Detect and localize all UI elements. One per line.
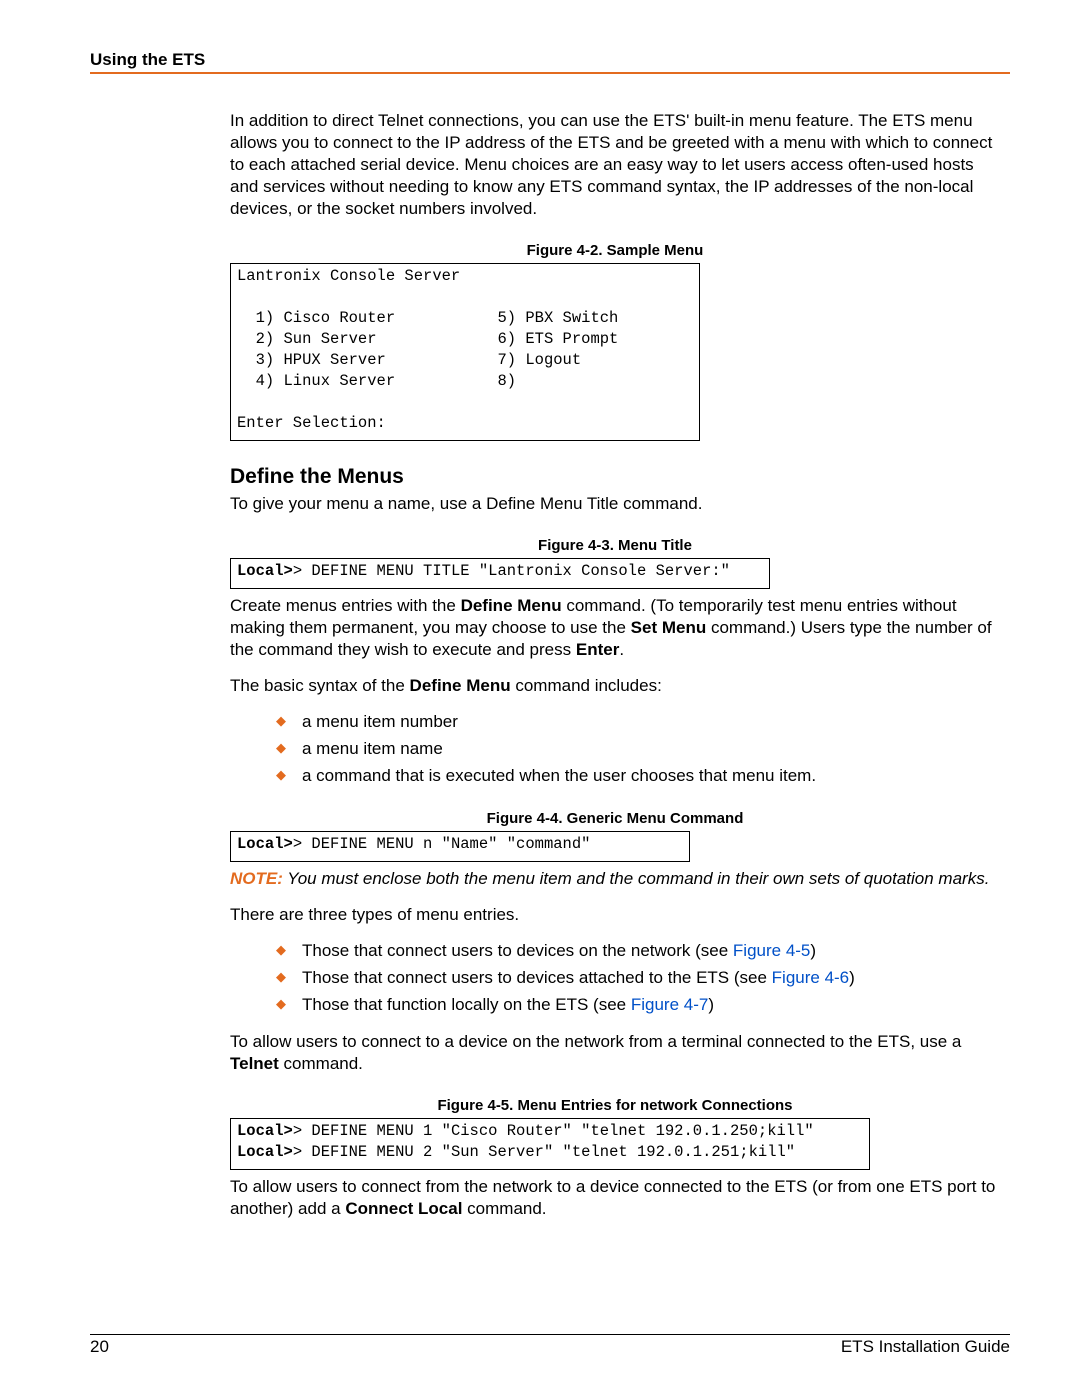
code-prompt: Local> <box>237 1143 293 1161</box>
list-item: Those that function locally on the ETS (… <box>276 994 1000 1017</box>
paragraph-title-cmd: To give your menu a name, use a Define M… <box>230 493 1000 515</box>
list-item: a menu item name <box>276 738 1000 761</box>
header-title: Using the ETS <box>90 50 205 69</box>
code-line: 2) Sun Server 6) ETS Prompt <box>237 330 618 348</box>
figure-4-4-caption: Figure 4-4. Generic Menu Command <box>230 810 1000 827</box>
paragraph-define-menu: Create menus entries with the Define Men… <box>230 595 1000 661</box>
figure-4-3-box: Local>> DEFINE MENU TITLE "Lantronix Con… <box>230 558 770 589</box>
link-figure-4-6[interactable]: Figure 4-6 <box>772 968 849 987</box>
link-figure-4-7[interactable]: Figure 4-7 <box>631 995 708 1014</box>
list-item: Those that connect users to devices on t… <box>276 940 1000 963</box>
code-text: > DEFINE MENU 2 "Sun Server" "telnet 192… <box>293 1143 795 1161</box>
heading-define-menus: Define the Menus <box>230 465 1000 489</box>
doc-title: ETS Installation Guide <box>841 1337 1010 1357</box>
link-figure-4-5[interactable]: Figure 4-5 <box>733 941 810 960</box>
code-prompt: Local> <box>237 835 293 853</box>
types-list: Those that connect users to devices on t… <box>276 940 1000 1017</box>
code-prompt: Local> <box>237 1122 293 1140</box>
code-line: 1) Cisco Router 5) PBX Switch <box>237 309 618 327</box>
code-line: 4) Linux Server 8) <box>237 372 516 390</box>
code-prompt: Local> <box>237 562 293 580</box>
syntax-list: a menu item number a menu item name a co… <box>276 711 1000 788</box>
figure-4-3-caption: Figure 4-3. Menu Title <box>230 537 1000 554</box>
paragraph-telnet: To allow users to connect to a device on… <box>230 1031 1000 1075</box>
paragraph-syntax: The basic syntax of the Define Menu comm… <box>230 675 1000 697</box>
note-body: You must enclose both the menu item and … <box>283 869 990 888</box>
figure-4-2-box: Lantronix Console Server 1) Cisco Router… <box>230 263 700 440</box>
figure-4-2-caption: Figure 4-2. Sample Menu <box>230 242 1000 259</box>
figure-4-5-caption: Figure 4-5. Menu Entries for network Con… <box>230 1097 1000 1114</box>
figure-4-4-box: Local>> DEFINE MENU n "Name" "command" <box>230 831 690 862</box>
page-number: 20 <box>90 1337 109 1357</box>
paragraph-intro: In addition to direct Telnet connections… <box>230 110 1000 220</box>
content-area: In addition to direct Telnet connections… <box>230 110 1000 1220</box>
paragraph-three-types: There are three types of menu entries. <box>230 904 1000 926</box>
code-line: 3) HPUX Server 7) Logout <box>237 351 581 369</box>
note-label: NOTE: <box>230 869 283 888</box>
code-line: Lantronix Console Server <box>237 267 460 285</box>
list-item: a menu item number <box>276 711 1000 734</box>
paragraph-connect-local: To allow users to connect from the netwo… <box>230 1176 1000 1220</box>
code-text: > DEFINE MENU n "Name" "command" <box>293 835 591 853</box>
list-item: a command that is executed when the user… <box>276 765 1000 788</box>
page-footer: 20 ETS Installation Guide <box>90 1334 1010 1357</box>
code-text: > DEFINE MENU TITLE "Lantronix Console S… <box>293 562 730 580</box>
code-line: Enter Selection: <box>237 414 386 432</box>
note-paragraph: NOTE: You must enclose both the menu ite… <box>230 868 1000 890</box>
list-item: Those that connect users to devices atta… <box>276 967 1000 990</box>
page-header: Using the ETS <box>90 50 1010 74</box>
code-text: > DEFINE MENU 1 "Cisco Router" "telnet 1… <box>293 1122 814 1140</box>
figure-4-5-box: Local>> DEFINE MENU 1 "Cisco Router" "te… <box>230 1118 870 1170</box>
